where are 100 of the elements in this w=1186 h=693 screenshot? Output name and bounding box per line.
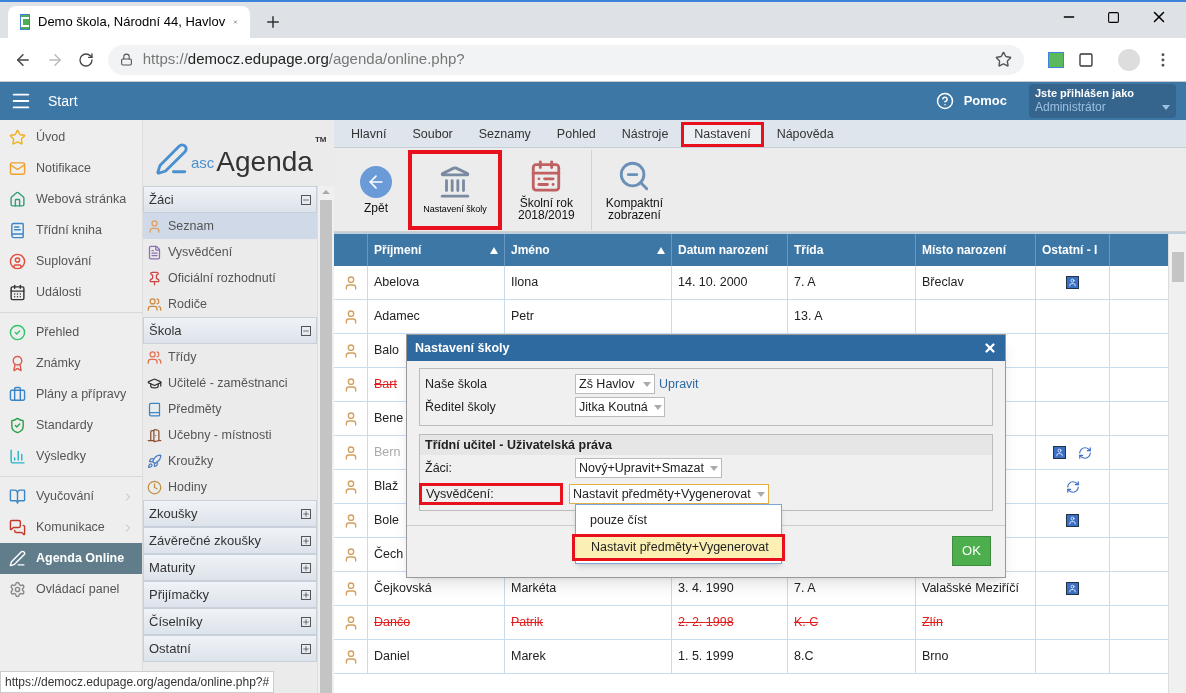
sync-icon[interactable]	[1078, 445, 1092, 460]
field-label: Vysvědčení:	[419, 483, 563, 505]
toolbar-button[interactable]: Školní rok 2018/2019	[510, 149, 583, 230]
director-select[interactable]: Jitka Koutná	[575, 397, 665, 417]
contact-card-icon[interactable]	[1053, 446, 1066, 459]
nav-item[interactable]: Úvod	[0, 122, 142, 153]
expand-icon[interactable]	[301, 535, 311, 546]
group-title: Třídní učitel - Uživatelská práva	[420, 435, 992, 455]
collapse-icon[interactable]	[301, 194, 311, 205]
expand-icon[interactable]	[301, 562, 311, 573]
expand-icon[interactable]	[301, 643, 311, 654]
nav-item[interactable]: Přehled	[0, 317, 142, 348]
nav-item[interactable]: Vyučování	[0, 481, 142, 512]
screen-capture-icon[interactable]	[1078, 51, 1095, 68]
nav-item[interactable]: Suplování	[0, 246, 142, 277]
bookmark-star-icon[interactable]	[995, 51, 1013, 68]
extension-icon[interactable]	[1048, 51, 1065, 68]
toolbar-button[interactable]: Kompaktní zobrazení	[590, 149, 672, 230]
sidebar-item[interactable]: Oficiální rozhodnutí	[143, 265, 317, 291]
sidebar-item[interactable]: Hodiny	[143, 474, 317, 500]
field-label: Naše škola	[425, 375, 488, 393]
expand-icon[interactable]	[301, 508, 311, 519]
nav-item[interactable]: Standardy	[0, 410, 142, 441]
dropdown-option[interactable]: Nastavit předměty+Vygenerovat	[572, 534, 785, 561]
nav-item[interactable]: Plány a přípravy	[0, 379, 142, 410]
clock-icon	[147, 479, 162, 495]
sidebar-item[interactable]: Předměty	[143, 396, 317, 422]
envelope-icon	[9, 160, 26, 177]
lock-icon	[119, 53, 133, 66]
browser-tab[interactable]: Demo škola, Národní 44, Havlov	[8, 6, 250, 38]
nav-item[interactable]: Notifikace	[0, 153, 142, 184]
collapse-icon[interactable]	[301, 325, 311, 336]
section-header[interactable]: Číselníky	[143, 608, 317, 635]
sort-arrow-icon	[657, 246, 665, 254]
shield-icon	[9, 417, 26, 434]
nav-item[interactable]: Události	[0, 277, 142, 308]
table-cell: Abelova	[368, 266, 505, 299]
help-link[interactable]: Pomoc	[963, 91, 1007, 111]
table-cell: 7. A	[788, 266, 916, 299]
menu-tab[interactable]: Pohled	[543, 122, 609, 147]
rights-select[interactable]: Nastavit předměty+Vygenerovat	[569, 484, 769, 504]
contact-card-icon[interactable]	[1066, 582, 1079, 595]
sidebar-item[interactable]: Učebny - místnosti	[143, 422, 317, 448]
site-logo-icon	[20, 14, 30, 30]
edit-link[interactable]: Upravit	[659, 374, 699, 394]
sync-icon[interactable]	[1065, 479, 1080, 494]
section-header[interactable]: Přijímačky	[143, 581, 317, 608]
nav-item[interactable]: Ovládací panel	[0, 574, 142, 605]
document-icon	[147, 244, 162, 260]
nav-item[interactable]: Komunikace	[0, 512, 142, 543]
section-header[interactable]: Závěrečné zkoušky	[143, 527, 317, 554]
start-button[interactable]: Start	[48, 90, 78, 112]
section-header[interactable]: Ostatní	[143, 635, 317, 662]
table-cell: Dančo	[368, 606, 505, 639]
user-dropdown[interactable]: Jste přihlášen jako Administrátor	[1029, 84, 1176, 118]
expand-icon[interactable]	[301, 589, 311, 600]
school-select[interactable]: Zš Havlov	[575, 374, 655, 394]
sidebar-item[interactable]: Vysvědčení	[143, 239, 317, 265]
contact-card-icon[interactable]	[1066, 276, 1079, 289]
table-cell: 13. A	[788, 300, 916, 333]
sidebar-item[interactable]: Učitelé - zaměstnanci	[143, 370, 317, 396]
section-header[interactable]: Škola	[143, 317, 317, 344]
table-cell: Patrik	[505, 606, 672, 639]
section-header[interactable]: Maturity	[143, 554, 317, 581]
menu-tab[interactable]: Hlavní	[338, 122, 400, 147]
contact-card-icon[interactable]	[1066, 514, 1079, 527]
tab-title: Demo škola, Národní 44, Havlov	[38, 13, 226, 32]
sidebar-item[interactable]: Rodiče	[143, 291, 317, 317]
menu-tab[interactable]: Nástroje	[608, 122, 682, 147]
nav-item[interactable]: Třídní kniha	[0, 215, 142, 246]
section-header[interactable]: Žáci	[143, 186, 317, 213]
section-header[interactable]: Zkoušky	[143, 500, 317, 527]
reload-icon[interactable]	[77, 51, 94, 68]
rights-select[interactable]: Nový+Upravit+Smazat	[575, 458, 723, 478]
address-field[interactable]: https://democz.edupage.org/agenda/online.php?	[107, 44, 1025, 75]
sidebar-item[interactable]: Kroužky	[143, 448, 317, 474]
sidebar-item[interactable]: Třídy	[143, 344, 317, 370]
table-cell: 1. 5. 1999	[672, 640, 788, 673]
nav-item[interactable]: Výsledky	[0, 441, 142, 472]
expand-icon[interactable]	[301, 616, 311, 627]
sidebar-item[interactable]: Seznam	[143, 213, 317, 239]
dropdown-option[interactable]: pouze číst	[576, 507, 781, 534]
menu-tab[interactable]: Seznamy	[465, 122, 544, 147]
table-cell: K. C	[788, 606, 916, 639]
maximize-icon[interactable]	[1107, 10, 1120, 24]
scrollbar[interactable]	[317, 186, 334, 693]
nav-item[interactable]: Webová stránka	[0, 184, 142, 215]
help-icon[interactable]	[935, 92, 954, 110]
pen-icon	[9, 550, 26, 567]
menu-tab[interactable]: Nápověda	[763, 122, 847, 147]
scrollbar[interactable]	[1168, 234, 1186, 693]
person-icon	[9, 253, 26, 270]
menu-tab[interactable]: Nastavení	[681, 122, 764, 147]
table-cell: Daniel	[368, 640, 505, 673]
toolbar-button[interactable]: Zpět	[352, 149, 400, 230]
new-tab-icon[interactable]	[264, 13, 282, 31]
toolbar-button[interactable]: Nastavení školy	[408, 149, 502, 230]
menu-tab[interactable]: Soubor	[399, 122, 466, 147]
nav-item[interactable]: Agenda Online	[0, 543, 142, 574]
nav-item[interactable]: Známky	[0, 348, 142, 379]
